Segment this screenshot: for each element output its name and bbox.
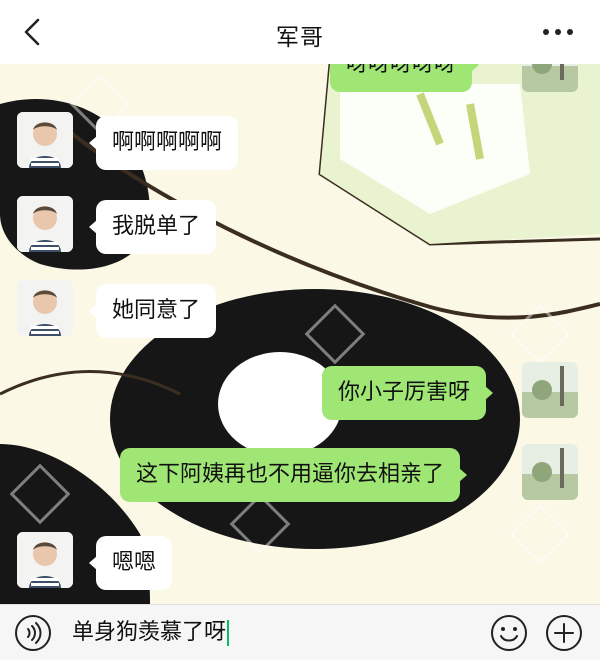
contact-avatar[interactable] (17, 280, 73, 336)
message-bubble-incoming[interactable]: 她同意了 (88, 284, 217, 338)
plus-icon[interactable] (545, 614, 583, 652)
emoji-icon[interactable] (490, 614, 528, 652)
child-avatar-icon (17, 112, 73, 168)
text-cursor (227, 620, 230, 646)
contact-avatar[interactable] (17, 112, 73, 168)
message-bubble-incoming[interactable]: 嗯嗯 (88, 536, 173, 590)
message-bubble-outgoing[interactable]: 你小子厉害呀 (322, 366, 494, 420)
chat-area[interactable]: 呀呀呀呀呀 啊啊啊啊啊 我脱单了 她同意了 你小子厉害呀 这下阿姨再也不用逼你去… (0, 64, 600, 604)
chat-header: 军哥 (0, 0, 600, 64)
message-bubble-outgoing[interactable]: 这下阿姨再也不用逼你去相亲了 (120, 448, 468, 502)
message-bubble-incoming[interactable]: 我脱单了 (88, 200, 217, 254)
landscape-avatar-icon (522, 444, 578, 500)
my-avatar[interactable] (522, 64, 578, 92)
my-avatar[interactable] (522, 444, 578, 500)
message-input-value: 单身狗羡慕了呀 (72, 620, 227, 645)
chat-title: 军哥 (276, 25, 324, 51)
message-bubble-incoming[interactable]: 啊啊啊啊啊 (88, 116, 239, 170)
message-input[interactable]: 单身狗羡慕了呀 (72, 617, 452, 649)
child-avatar-icon (17, 532, 73, 588)
child-avatar-icon (17, 280, 73, 336)
my-avatar[interactable] (522, 362, 578, 418)
landscape-avatar-icon (522, 64, 578, 92)
voice-icon[interactable] (14, 614, 52, 652)
child-avatar-icon (17, 196, 73, 252)
contact-avatar[interactable] (17, 532, 73, 588)
message-bubble-outgoing[interactable]: 呀呀呀呀呀 (330, 64, 480, 92)
contact-avatar[interactable] (17, 196, 73, 252)
more-dots-icon[interactable] (538, 20, 578, 44)
input-bar: 单身狗羡慕了呀 (0, 604, 600, 660)
landscape-avatar-icon (522, 362, 578, 418)
